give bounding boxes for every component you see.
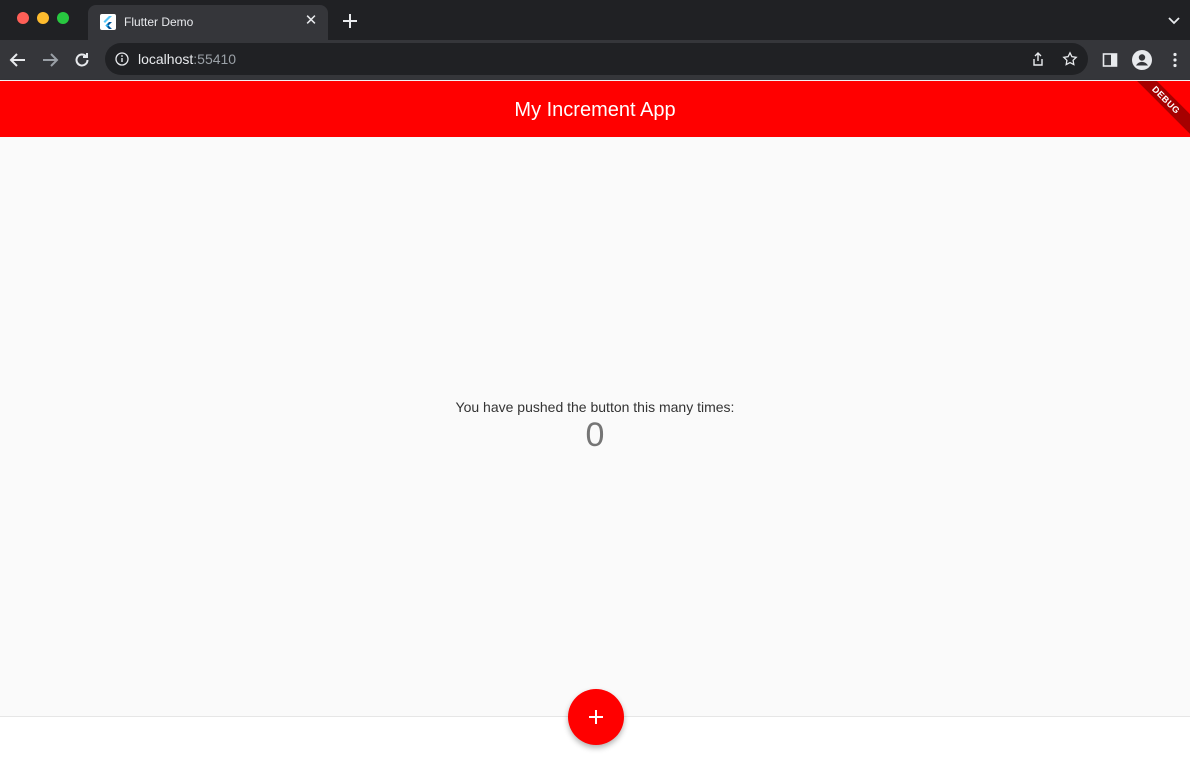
back-arrow-icon[interactable]: [8, 50, 28, 70]
browser-tab[interactable]: Flutter Demo ✕: [88, 5, 328, 40]
info-icon[interactable]: [115, 52, 129, 66]
profile-icon[interactable]: [1131, 49, 1153, 71]
minimize-window-button[interactable]: [37, 12, 49, 24]
increment-button[interactable]: [568, 689, 624, 745]
forward-arrow-icon[interactable]: [40, 50, 60, 70]
app-body: You have pushed the button this many tim…: [0, 137, 1190, 717]
browser-toolbar: localhost:55410: [0, 40, 1190, 80]
tab-close-icon[interactable]: ✕: [302, 12, 320, 30]
url-host: localhost: [138, 51, 194, 67]
side-panel-icon[interactable]: [1101, 51, 1119, 69]
counter-label: You have pushed the button this many tim…: [455, 399, 735, 415]
reload-icon[interactable]: [72, 50, 92, 70]
counter-value: 0: [585, 416, 605, 454]
tab-search-icon[interactable]: [1166, 12, 1182, 28]
url-text[interactable]: localhost:55410: [138, 51, 236, 67]
address-bar[interactable]: localhost:55410: [105, 43, 1088, 75]
app-title: My Increment App: [514, 99, 676, 121]
close-window-button[interactable]: [17, 12, 29, 24]
browser-tab-bar: Flutter Demo ✕: [0, 0, 1190, 40]
share-icon[interactable]: [1030, 51, 1046, 67]
kebab-menu-icon[interactable]: [1166, 51, 1184, 69]
plus-icon: [586, 707, 606, 727]
star-icon[interactable]: [1062, 51, 1078, 67]
flutter-logo-icon: [100, 14, 116, 30]
url-port: :55410: [193, 51, 237, 67]
tab-title: Flutter Demo: [124, 15, 194, 29]
maximize-window-button[interactable]: [57, 12, 69, 24]
new-tab-icon[interactable]: [340, 11, 360, 31]
app-bar: My Increment App DEBUG: [0, 81, 1190, 137]
